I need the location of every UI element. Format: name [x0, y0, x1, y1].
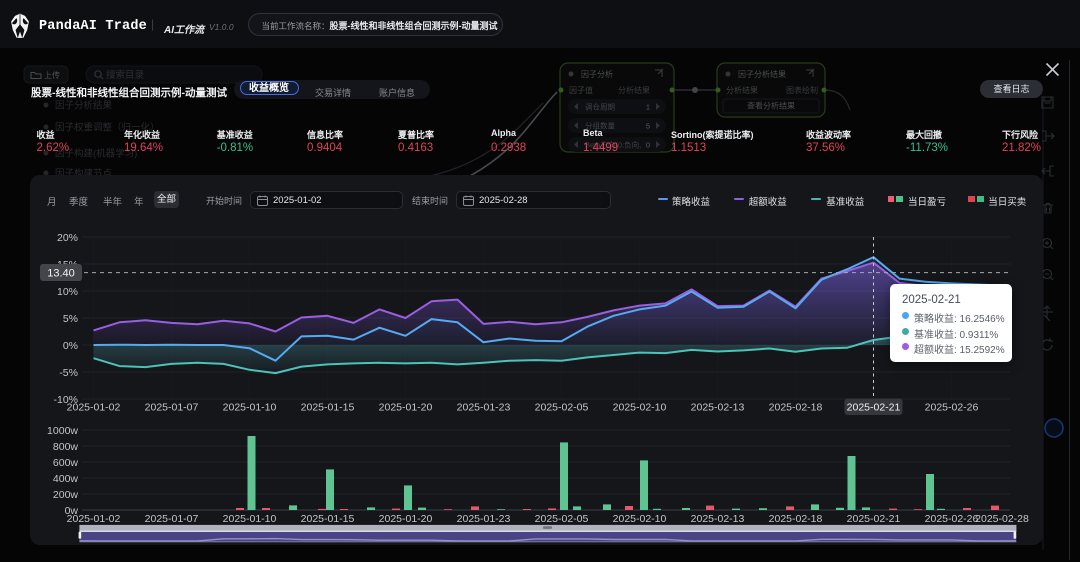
svg-text:2025-01-15: 2025-01-15 — [301, 513, 355, 525]
svg-text:因子分析结果: 因子分析结果 — [55, 100, 113, 112]
svg-text:2025-01-20: 2025-01-20 — [379, 402, 433, 414]
svg-text:2025-02-18: 2025-02-18 — [769, 402, 823, 414]
svg-text:200w: 200w — [53, 489, 79, 501]
svg-text:2025-01-23: 2025-01-23 — [457, 513, 511, 525]
svg-text:13.40: 13.40 — [47, 268, 75, 280]
svg-text:2025-02-21: 2025-02-21 — [847, 513, 901, 525]
svg-text:600w: 600w — [53, 457, 79, 469]
svg-text:调仓周期: 调仓周期 — [585, 102, 615, 112]
svg-text:2025-01-10: 2025-01-10 — [223, 513, 277, 525]
svg-text:分析结果: 分析结果 — [726, 85, 758, 95]
svg-text:2025-02-26: 2025-02-26 — [925, 513, 979, 525]
svg-text:因子值: 因子值 — [569, 85, 593, 95]
svg-text:400w: 400w — [53, 473, 79, 485]
svg-text:查看分析结果: 查看分析结果 — [747, 101, 795, 111]
svg-text:0: 0 — [646, 141, 650, 150]
svg-text:1000w: 1000w — [47, 425, 78, 437]
svg-text:2025-01-15: 2025-01-15 — [301, 402, 355, 414]
svg-text:2025-02-13: 2025-02-13 — [691, 513, 745, 525]
svg-text:5: 5 — [646, 122, 650, 131]
svg-text:2025-01-23: 2025-01-23 — [457, 402, 511, 414]
svg-text:2025-01-20: 2025-01-20 — [379, 513, 433, 525]
svg-text:1: 1 — [646, 103, 650, 112]
svg-text:0%: 0% — [63, 340, 78, 352]
svg-text:2025-02-28: 2025-02-28 — [975, 513, 1029, 525]
svg-text:2025-01-07: 2025-01-07 — [145, 513, 199, 525]
svg-text:2025-01-02: 2025-01-02 — [67, 402, 121, 414]
svg-text:2025-02-10: 2025-02-10 — [613, 402, 667, 414]
svg-text:10%: 10% — [57, 286, 78, 298]
svg-text:5%: 5% — [63, 313, 78, 325]
svg-text:图表绘制: 图表绘制 — [786, 85, 818, 95]
svg-text:2025-01-02: 2025-01-02 — [67, 513, 121, 525]
svg-text:20%: 20% — [57, 232, 78, 244]
svg-text:2025-02-26: 2025-02-26 — [925, 402, 979, 414]
svg-text:上传: 上传 — [44, 70, 60, 80]
svg-text:2025-02-21: 2025-02-21 — [847, 402, 901, 414]
svg-text:分析结果: 分析结果 — [618, 85, 650, 95]
svg-text:因子分析结果: 因子分析结果 — [738, 69, 786, 79]
svg-text:2025-01-07: 2025-01-07 — [145, 402, 199, 414]
svg-text:2025-02-13: 2025-02-13 — [691, 402, 745, 414]
svg-text:2025-02-05: 2025-02-05 — [535, 513, 589, 525]
svg-text:800w: 800w — [53, 441, 79, 453]
svg-text:因子分析: 因子分析 — [581, 69, 613, 79]
svg-text:2025-01-10: 2025-01-10 — [223, 402, 277, 414]
svg-text:搜索目录: 搜索目录 — [106, 69, 145, 81]
svg-text:-5%: -5% — [59, 367, 78, 379]
svg-text:2025-02-05: 2025-02-05 — [535, 402, 589, 414]
svg-text:2025-02-18: 2025-02-18 — [769, 513, 823, 525]
svg-text:2025-02-10: 2025-02-10 — [613, 513, 667, 525]
